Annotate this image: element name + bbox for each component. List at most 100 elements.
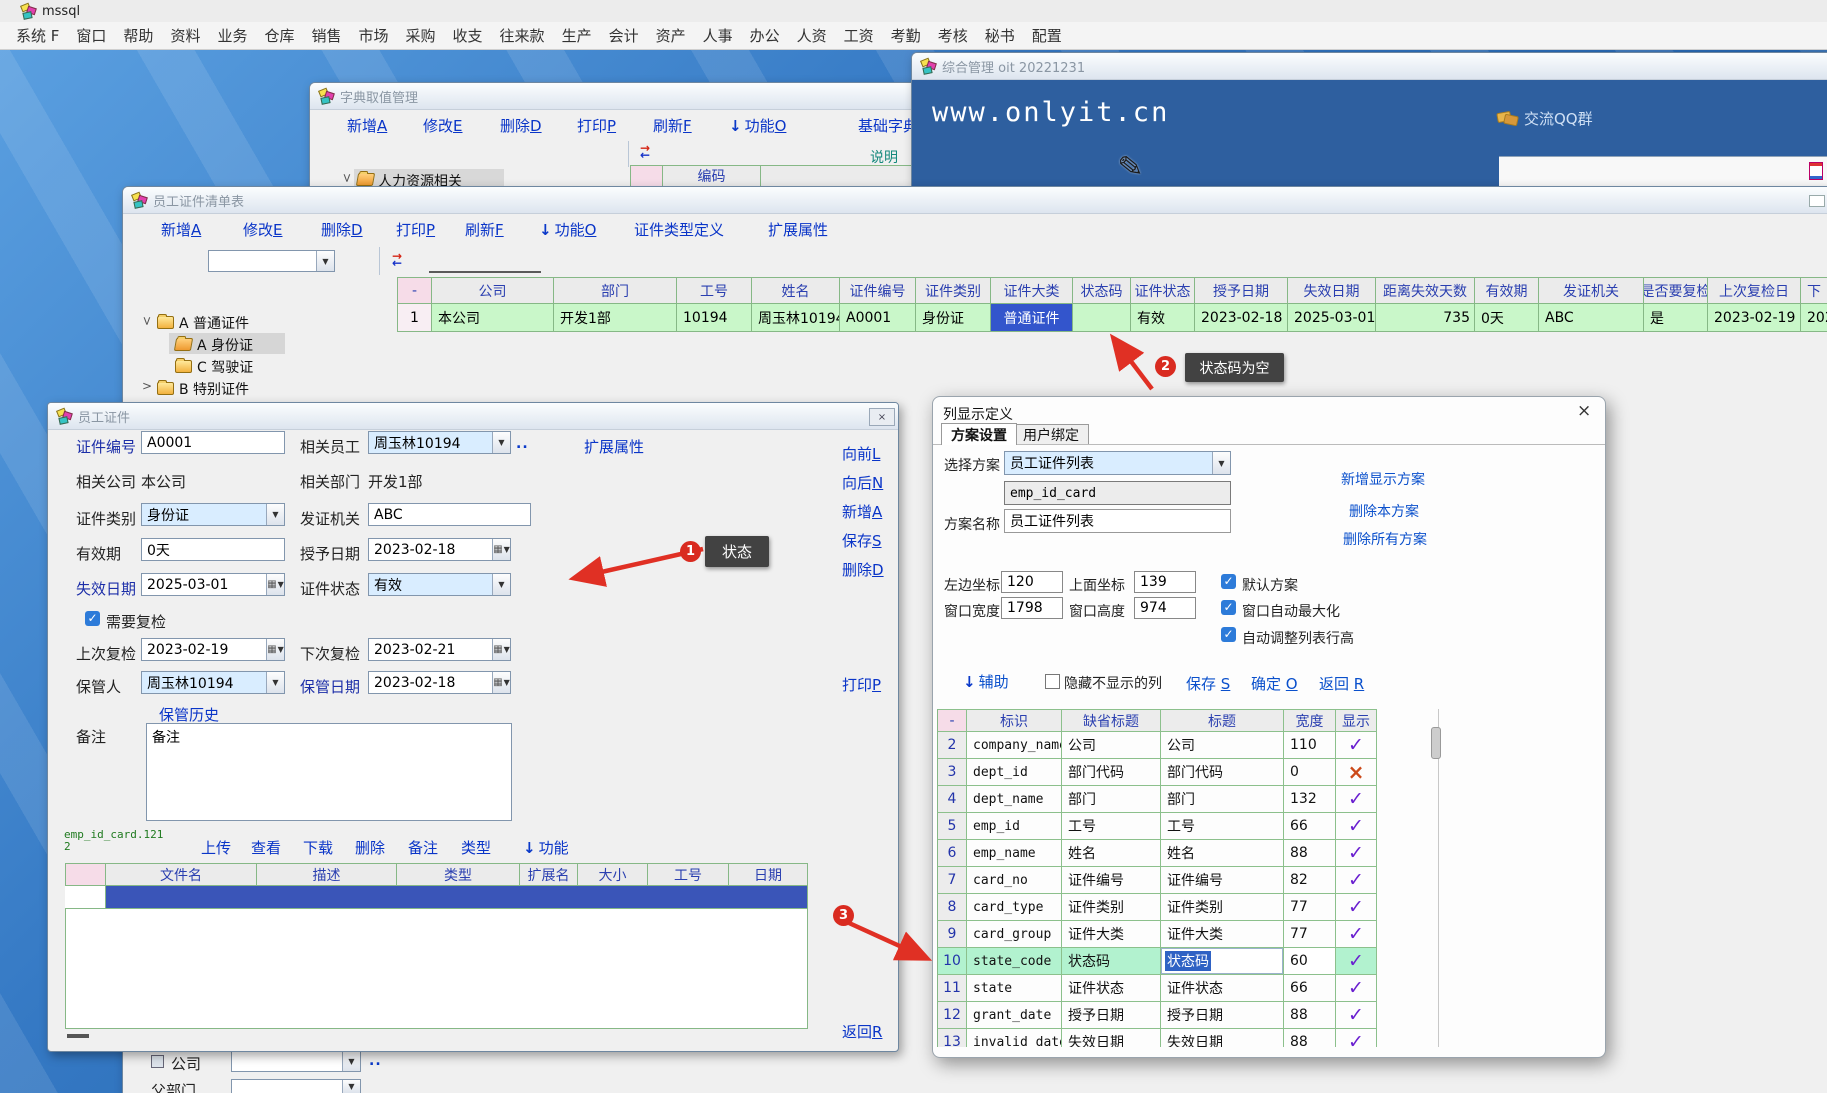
col-default-title[interactable]: 证件状态: [1062, 975, 1161, 1002]
menu-warehouse[interactable]: 仓库: [264, 25, 294, 46]
col-show[interactable]: ✓: [1336, 948, 1377, 975]
col-show[interactable]: ×: [1336, 759, 1377, 786]
cols-header-default-title[interactable]: 缺省标题: [1062, 709, 1161, 732]
top-coord-input[interactable]: 139: [1134, 571, 1196, 593]
cell-rownum[interactable]: 1: [397, 304, 432, 332]
keep-history-link[interactable]: 保管历史: [159, 704, 219, 725]
header-issuer[interactable]: 发证机关: [1539, 277, 1644, 304]
download-link[interactable]: 下载: [303, 837, 333, 858]
attach-row-check[interactable]: [65, 886, 106, 909]
last-recheck-datepicker[interactable]: 2023-02-19▦▼: [141, 638, 285, 661]
nav-print-link[interactable]: 打印P: [842, 674, 881, 695]
col-id[interactable]: company_name: [967, 732, 1062, 759]
row-num[interactable]: 11: [937, 975, 967, 1002]
grant-datepicker[interactable]: 2023-02-18▦▼: [368, 538, 511, 561]
col-id[interactable]: card_group: [967, 921, 1062, 948]
header-next-cut[interactable]: 下: [1801, 277, 1827, 304]
cell-company[interactable]: 本公司: [432, 304, 554, 332]
col-default-title[interactable]: 证件编号: [1062, 867, 1161, 894]
cell-lastrecheck[interactable]: 2023-02-19: [1708, 304, 1801, 332]
calendar-icon[interactable]: ▦▼: [492, 639, 510, 660]
scheme-combobox[interactable]: 员工证件列表▼: [1004, 451, 1231, 475]
row-num[interactable]: 7: [937, 867, 967, 894]
menu-payments[interactable]: 收支: [453, 25, 483, 46]
cell-issuer[interactable]: ABC: [1539, 304, 1644, 332]
col-width[interactable]: 66: [1284, 813, 1336, 840]
cell-daysleft[interactable]: 735: [1376, 304, 1475, 332]
header-cardtype[interactable]: 证件类别: [916, 277, 991, 304]
col-title[interactable]: 公司: [1161, 732, 1284, 759]
win-width-input[interactable]: 1798: [1001, 597, 1063, 619]
menu-window[interactable]: 窗口: [76, 25, 106, 46]
attach-memo-link[interactable]: 备注: [408, 837, 438, 858]
col-default-title[interactable]: 工号: [1062, 813, 1161, 840]
menu-system[interactable]: 系统 F: [16, 25, 59, 46]
header-daysleft[interactable]: 距离失效天数: [1376, 277, 1475, 304]
menu-business[interactable]: 业务: [217, 25, 247, 46]
col-show[interactable]: ✓: [1336, 813, 1377, 840]
attach-header-date[interactable]: 日期: [729, 863, 808, 886]
col-default-title[interactable]: 证件类别: [1062, 894, 1161, 921]
valid-input[interactable]: 0天: [141, 538, 285, 561]
card-dialog-titlebar[interactable]: 员工证件: [48, 403, 898, 430]
cols-header-title[interactable]: 标题: [1161, 709, 1284, 732]
tree-node-special-certs[interactable]: B 特别证件: [179, 379, 249, 399]
delete-all-schemes-link[interactable]: 删除所有方案: [1343, 529, 1427, 549]
col-show[interactable]: ✓: [1336, 867, 1377, 894]
pane-splitter[interactable]: [379, 247, 380, 275]
col-width[interactable]: 88: [1284, 1029, 1336, 1047]
col-show[interactable]: ✓: [1336, 732, 1377, 759]
header-lastrecheck[interactable]: 上次复检日: [1708, 277, 1801, 304]
delete-scheme-link[interactable]: 删除本方案: [1349, 501, 1419, 521]
list-cert-type-button[interactable]: 证件类型定义: [634, 219, 724, 240]
col-show[interactable]: ✓: [1336, 1029, 1377, 1047]
header-cardgroup[interactable]: 证件大类: [991, 277, 1073, 304]
attach-header-empid[interactable]: 工号: [648, 863, 729, 886]
col-show[interactable]: ✓: [1336, 840, 1377, 867]
combo-arrow-icon[interactable]: ▼: [492, 432, 510, 453]
window-control-fragment[interactable]: [1809, 195, 1825, 207]
col-default-title[interactable]: 状态码: [1062, 948, 1161, 975]
col-show[interactable]: ✓: [1336, 894, 1377, 921]
filter-parent-combobox[interactable]: ▼: [231, 1079, 361, 1093]
row-num[interactable]: 9: [937, 921, 967, 948]
combo-arrow-icon[interactable]: ▼: [266, 504, 284, 525]
menu-office[interactable]: 办公: [750, 25, 780, 46]
col-width[interactable]: 60: [1284, 948, 1336, 975]
col-id[interactable]: invalid_date: [967, 1029, 1062, 1047]
tab-scheme-settings[interactable]: 方案设置: [941, 423, 1017, 445]
back-button[interactable]: 返回 R: [1319, 673, 1364, 694]
cell-empid[interactable]: 10194: [677, 304, 752, 332]
list-delete-button[interactable]: 删除D: [321, 219, 363, 240]
col-id[interactable]: emp_name: [967, 840, 1062, 867]
header-empid[interactable]: 工号: [677, 277, 752, 304]
menu-hr2[interactable]: 人资: [797, 25, 827, 46]
recheck-checkbox[interactable]: ✓: [85, 611, 100, 626]
cell-statecode-empty[interactable]: [1073, 304, 1131, 332]
col-show[interactable]: ✓: [1336, 1002, 1377, 1029]
state-combobox[interactable]: 有效▼: [368, 573, 511, 596]
col-title[interactable]: 失效日期: [1161, 1029, 1284, 1047]
view-link[interactable]: 查看: [251, 837, 281, 858]
cell-cardno[interactable]: A0001: [840, 304, 916, 332]
dict-print-button[interactable]: 打印P: [577, 115, 616, 136]
menu-production[interactable]: 生产: [562, 25, 592, 46]
dict-edit-button[interactable]: 修改E: [423, 115, 463, 136]
col-width[interactable]: 82: [1284, 867, 1336, 894]
header-validity[interactable]: 有效期: [1475, 277, 1539, 304]
col-title[interactable]: 证件类别: [1161, 894, 1284, 921]
scrollbar-track[interactable]: [1438, 709, 1439, 1047]
list-window-titlebar[interactable]: 员工证件清单表: [123, 187, 1827, 214]
col-show[interactable]: ✓: [1336, 786, 1377, 813]
dict-window-titlebar[interactable]: 字典取值管理: [310, 83, 920, 110]
combo-arrow-icon[interactable]: ▼: [342, 1052, 360, 1071]
col-title[interactable]: 证件大类: [1161, 921, 1284, 948]
col-title[interactable]: 姓名: [1161, 840, 1284, 867]
menu-hr[interactable]: 人事: [703, 25, 733, 46]
menu-attendance[interactable]: 考勤: [891, 25, 921, 46]
menu-assets[interactable]: 资产: [656, 25, 686, 46]
menu-config[interactable]: 配置: [1032, 25, 1062, 46]
col-id[interactable]: grant_date: [967, 1002, 1062, 1029]
type-combobox[interactable]: 身份证▼: [141, 503, 285, 526]
col-title[interactable]: 部门: [1161, 786, 1284, 813]
